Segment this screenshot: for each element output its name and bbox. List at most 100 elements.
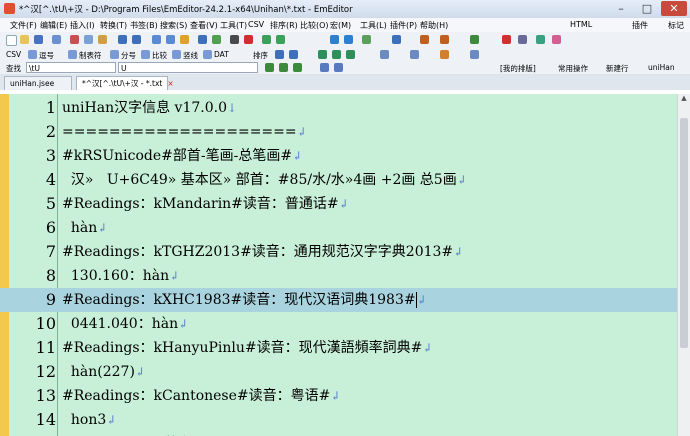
paste-icon[interactable]: [98, 35, 107, 44]
text-line[interactable]: 11 #Readings：kHanyuPinlu#读音：现代漢語頻率詞典#↲: [0, 336, 678, 360]
find-input[interactable]: \tU: [26, 62, 116, 73]
replace-input[interactable]: U: [118, 62, 258, 73]
find-next-icon[interactable]: [166, 35, 175, 44]
column-3-icon[interactable]: [346, 50, 355, 59]
filter-icon[interactable]: [440, 35, 449, 44]
menu-insert[interactable]: 插入(I): [70, 20, 95, 31]
bookmark-icon[interactable]: [212, 35, 221, 44]
maximize-button[interactable]: □: [634, 1, 660, 16]
menu-convert[interactable]: 转换(T): [100, 20, 127, 31]
menu-compare[interactable]: 比较(O): [300, 20, 329, 31]
text-line[interactable]: 15 #kDefinition#英文释义#↲: [0, 432, 678, 436]
current-line[interactable]: 9 #Readings：kXHC1983#读音：现代汉语词典1983#↲: [0, 288, 678, 312]
csv-button[interactable]: CSV: [6, 50, 21, 59]
column-mode-icon[interactable]: [262, 35, 271, 44]
highlight-icon[interactable]: [440, 50, 449, 59]
text-line[interactable]: 4 汉» U+6C49» 基本区» 部首：#85/水/水»4画 +2画 总5画↲: [0, 168, 678, 192]
menu-search[interactable]: 搜索(S): [160, 20, 187, 31]
text-line[interactable]: 10 0441.040：hàn↲: [0, 312, 678, 336]
menu-plugins[interactable]: 插件(P): [390, 20, 417, 31]
scroll-thumb[interactable]: [680, 118, 688, 348]
find-prev-icon[interactable]: [265, 63, 274, 72]
column-icon[interactable]: [318, 50, 327, 59]
indent-icon[interactable]: [410, 50, 419, 59]
unihan-button[interactable]: uniHan: [648, 63, 675, 72]
menu-mark[interactable]: 标记: [668, 20, 684, 31]
find-next-button-icon[interactable]: [279, 63, 288, 72]
pipe-button[interactable]: 竖线: [183, 50, 198, 61]
text-line[interactable]: 12 hàn(227)↲: [0, 360, 678, 384]
semicolon-button[interactable]: 分号: [121, 50, 136, 61]
menu-csv[interactable]: CSV: [248, 20, 264, 29]
menu-bookmark[interactable]: 书签(B): [130, 20, 158, 31]
sort-asc-icon[interactable]: [275, 50, 284, 59]
play-icon[interactable]: [470, 35, 479, 44]
text-line[interactable]: 8 130.160：hàn↲: [0, 264, 678, 288]
regex-icon[interactable]: [334, 63, 343, 72]
open-folder-icon[interactable]: [20, 35, 29, 44]
font-color-icon[interactable]: [244, 35, 253, 44]
find-icon[interactable]: [152, 35, 161, 44]
save-icon[interactable]: [34, 35, 43, 44]
cut-icon[interactable]: [70, 35, 79, 44]
sort-icon[interactable]: [420, 35, 429, 44]
menu-sort[interactable]: 排序(R): [270, 20, 298, 31]
text-line[interactable]: 14 hon3↲: [0, 408, 678, 432]
tab-unihan-jsee[interactable]: uniHan.jsee: [4, 76, 72, 90]
sort-desc-icon[interactable]: [289, 50, 298, 59]
scroll-up-icon[interactable]: ▲: [678, 94, 690, 104]
menu-view[interactable]: 查看(V): [190, 20, 218, 31]
menu-tools[interactable]: 工具(T): [220, 20, 247, 31]
menu-tools-l[interactable]: 工具(L): [360, 20, 387, 31]
menu-file[interactable]: 文件(F): [10, 20, 37, 31]
outdent-icon[interactable]: [470, 50, 479, 59]
print-icon[interactable]: [52, 35, 61, 44]
close-button[interactable]: ✕: [661, 1, 687, 16]
new-line-button[interactable]: 新建行: [606, 63, 629, 74]
view-normal-icon[interactable]: [330, 35, 339, 44]
text-line[interactable]: 2 ====================↲: [0, 120, 678, 144]
menu-help[interactable]: 帮助(H): [420, 20, 448, 31]
menu-edit[interactable]: 编辑(E): [40, 20, 67, 31]
wrap-icon[interactable]: [198, 35, 207, 44]
tab-close-icon[interactable]: ×: [167, 79, 173, 88]
copy-icon[interactable]: [84, 35, 93, 44]
replace-all-icon[interactable]: [293, 63, 302, 72]
text-line[interactable]: 3 #kRSUnicode#部首-笔画-总笔画#↲: [0, 144, 678, 168]
minimize-button[interactable]: –: [608, 1, 634, 16]
text-line[interactable]: 6 hàn↲: [0, 216, 678, 240]
split-icon[interactable]: [276, 35, 285, 44]
menu-html[interactable]: HTML: [570, 20, 592, 29]
comma-button[interactable]: 逗号: [39, 50, 54, 61]
macro-record-icon[interactable]: [392, 35, 401, 44]
replace-icon[interactable]: [180, 35, 189, 44]
plugin-icon[interactable]: [536, 35, 545, 44]
dat-button[interactable]: DAT: [214, 50, 229, 59]
editor-area[interactable]: 1 uniHan汉字信息 v17.0.0↓ 2 ===================…: [0, 94, 678, 436]
view-split-icon[interactable]: [344, 35, 353, 44]
redo-icon[interactable]: [132, 35, 141, 44]
text-line[interactable]: 5 #Readings：kMandarin#读音：普通话#↲: [0, 192, 678, 216]
match-case-icon[interactable]: [320, 63, 329, 72]
run-macro-icon[interactable]: [518, 35, 527, 44]
stop-icon[interactable]: [502, 35, 511, 44]
column-2-icon[interactable]: [332, 50, 341, 59]
text-line[interactable]: 7 #Readings：kTGHZ2013#读音：通用规范汉字字典2013#↲: [0, 240, 678, 264]
bold-icon[interactable]: [230, 35, 239, 44]
common-actions-button[interactable]: 常用操作: [558, 63, 588, 74]
tab-current-txt[interactable]: *^汉[^.\tU\+汉 - *.txt ×: [76, 76, 174, 90]
tab-button[interactable]: 制表符: [79, 50, 102, 61]
text-line[interactable]: 1 uniHan汉字信息 v17.0.0↓: [0, 96, 678, 120]
new-file-icon[interactable]: [6, 35, 17, 46]
outline-icon[interactable]: [362, 35, 371, 44]
plugin-2-icon[interactable]: [552, 35, 561, 44]
vertical-scrollbar[interactable]: ▲: [677, 94, 690, 436]
sort-button[interactable]: 排序: [253, 50, 268, 61]
compare-button[interactable]: 比较: [152, 50, 167, 61]
text-line[interactable]: 13 #Readings：kCantonese#读音：粤语#↲: [0, 384, 678, 408]
menu-plugin-right[interactable]: 插件: [632, 20, 648, 31]
align-icon[interactable]: [380, 50, 389, 59]
undo-icon[interactable]: [118, 35, 127, 44]
layout-preset[interactable]: [我的排版]: [500, 63, 536, 74]
menu-macro[interactable]: 宏(M): [330, 20, 351, 31]
